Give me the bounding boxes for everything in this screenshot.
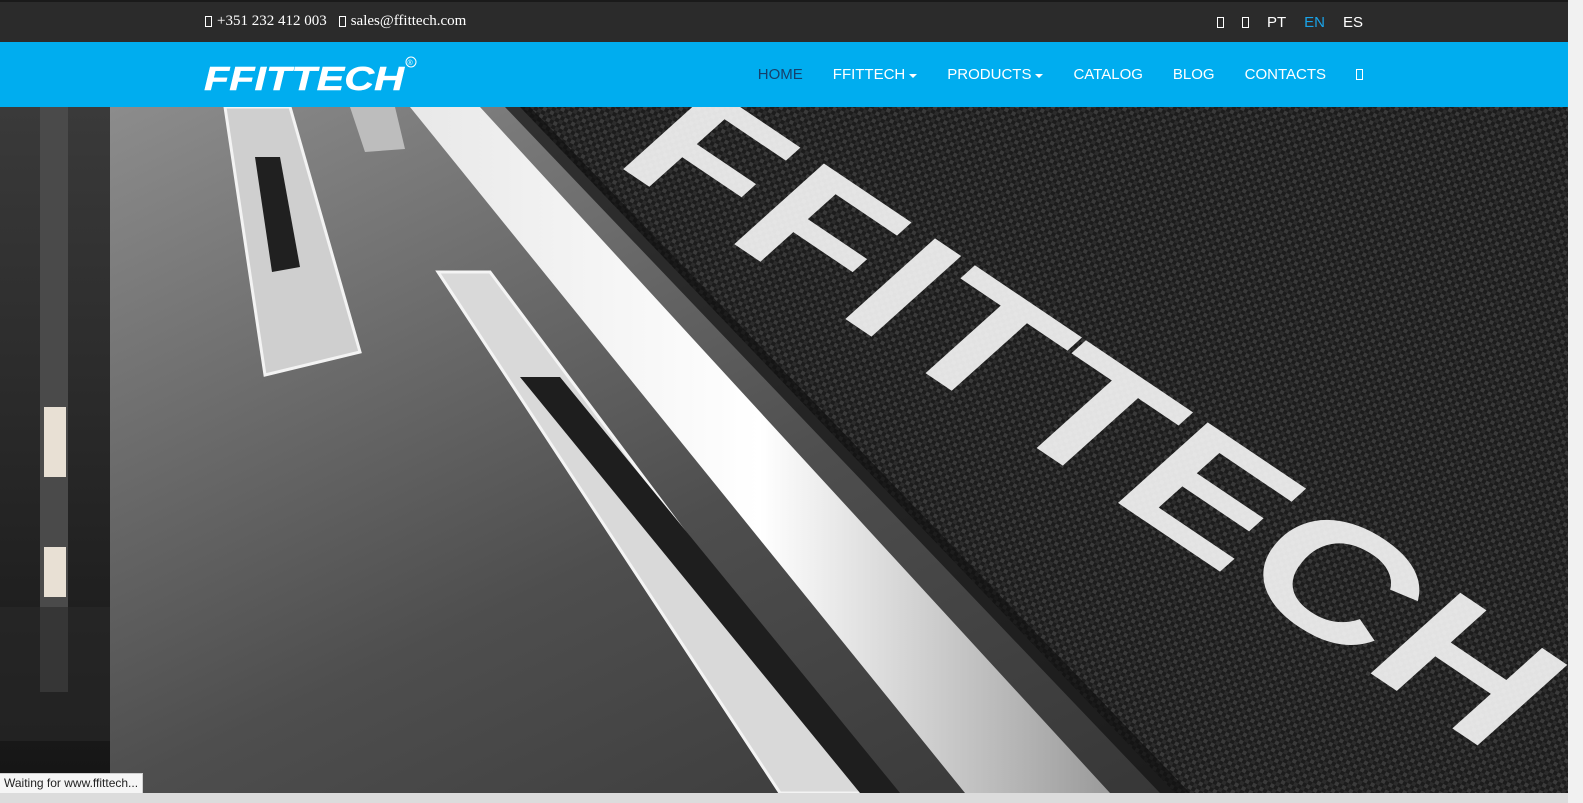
prev-slide-overlay: [0, 607, 110, 741]
phone-icon: [205, 16, 212, 27]
registered-mark: ®: [408, 59, 414, 67]
nav-ffittech-label: FFITTECH: [832, 66, 906, 83]
hero-slider-image: FFITTECH: [0, 107, 1568, 793]
nav-blog[interactable]: BLOG: [1173, 66, 1215, 83]
phone-number[interactable]: +351 232 412 003: [217, 13, 327, 30]
nav-ffittech[interactable]: FFITTECH: [833, 66, 918, 83]
primary-nav: HOME FFITTECH PRODUCTS CATALOG BLOG CONT…: [758, 42, 1363, 107]
nav-contacts[interactable]: CONTACTS: [1245, 66, 1326, 83]
prev-slide-post: [40, 107, 68, 692]
nav-catalog[interactable]: CATALOG: [1073, 66, 1142, 83]
nav-home-label: HOME: [757, 66, 803, 83]
phone-contact[interactable]: +351 232 412 003: [205, 13, 327, 30]
envelope-icon: [338, 16, 346, 27]
facebook-icon[interactable]: [1216, 17, 1224, 28]
lang-pt[interactable]: PT: [1267, 14, 1286, 31]
nav-contacts-label: CONTACTS: [1244, 66, 1326, 83]
prev-slide-label: [44, 407, 66, 477]
lang-es[interactable]: ES: [1343, 14, 1363, 31]
top-bar: +351 232 412 003 sales@ffittech.com PT E…: [0, 0, 1568, 42]
email-contact[interactable]: sales@ffittech.com: [338, 13, 467, 30]
instagram-icon[interactable]: [1241, 17, 1249, 28]
nav-home[interactable]: HOME: [758, 66, 803, 83]
nav-products[interactable]: PRODUCTS: [947, 66, 1044, 83]
nav-catalog-label: CATALOG: [1073, 66, 1143, 83]
top-right-links: PT EN ES: [1216, 14, 1363, 31]
lang-en[interactable]: EN: [1304, 14, 1325, 31]
logo-wordmark: FFITTECH: [204, 60, 405, 96]
hero-treadmill-photo: FFITTECH: [0, 107, 1568, 793]
email-address[interactable]: sales@ffittech.com: [351, 13, 467, 30]
ffittech-logo[interactable]: FFITTECH ®: [203, 56, 419, 96]
window-scrollbar[interactable]: [1568, 0, 1583, 803]
search-icon[interactable]: [1356, 69, 1363, 80]
caret-down-icon: [1035, 73, 1044, 78]
nav-blog-label: BLOG: [1172, 66, 1215, 83]
contact-info: +351 232 412 003 sales@ffittech.com: [205, 13, 466, 30]
caret-down-icon: [909, 73, 918, 78]
bottom-strip: [0, 793, 1568, 803]
browser-status-bar: Waiting for www.ffittech...: [0, 773, 144, 795]
nav-products-label: PRODUCTS: [947, 66, 1032, 83]
prev-slide-label: [44, 547, 66, 597]
main-navbar: FFITTECH ® HOME FFITTECH PRODUCTS CATALO…: [0, 42, 1568, 107]
